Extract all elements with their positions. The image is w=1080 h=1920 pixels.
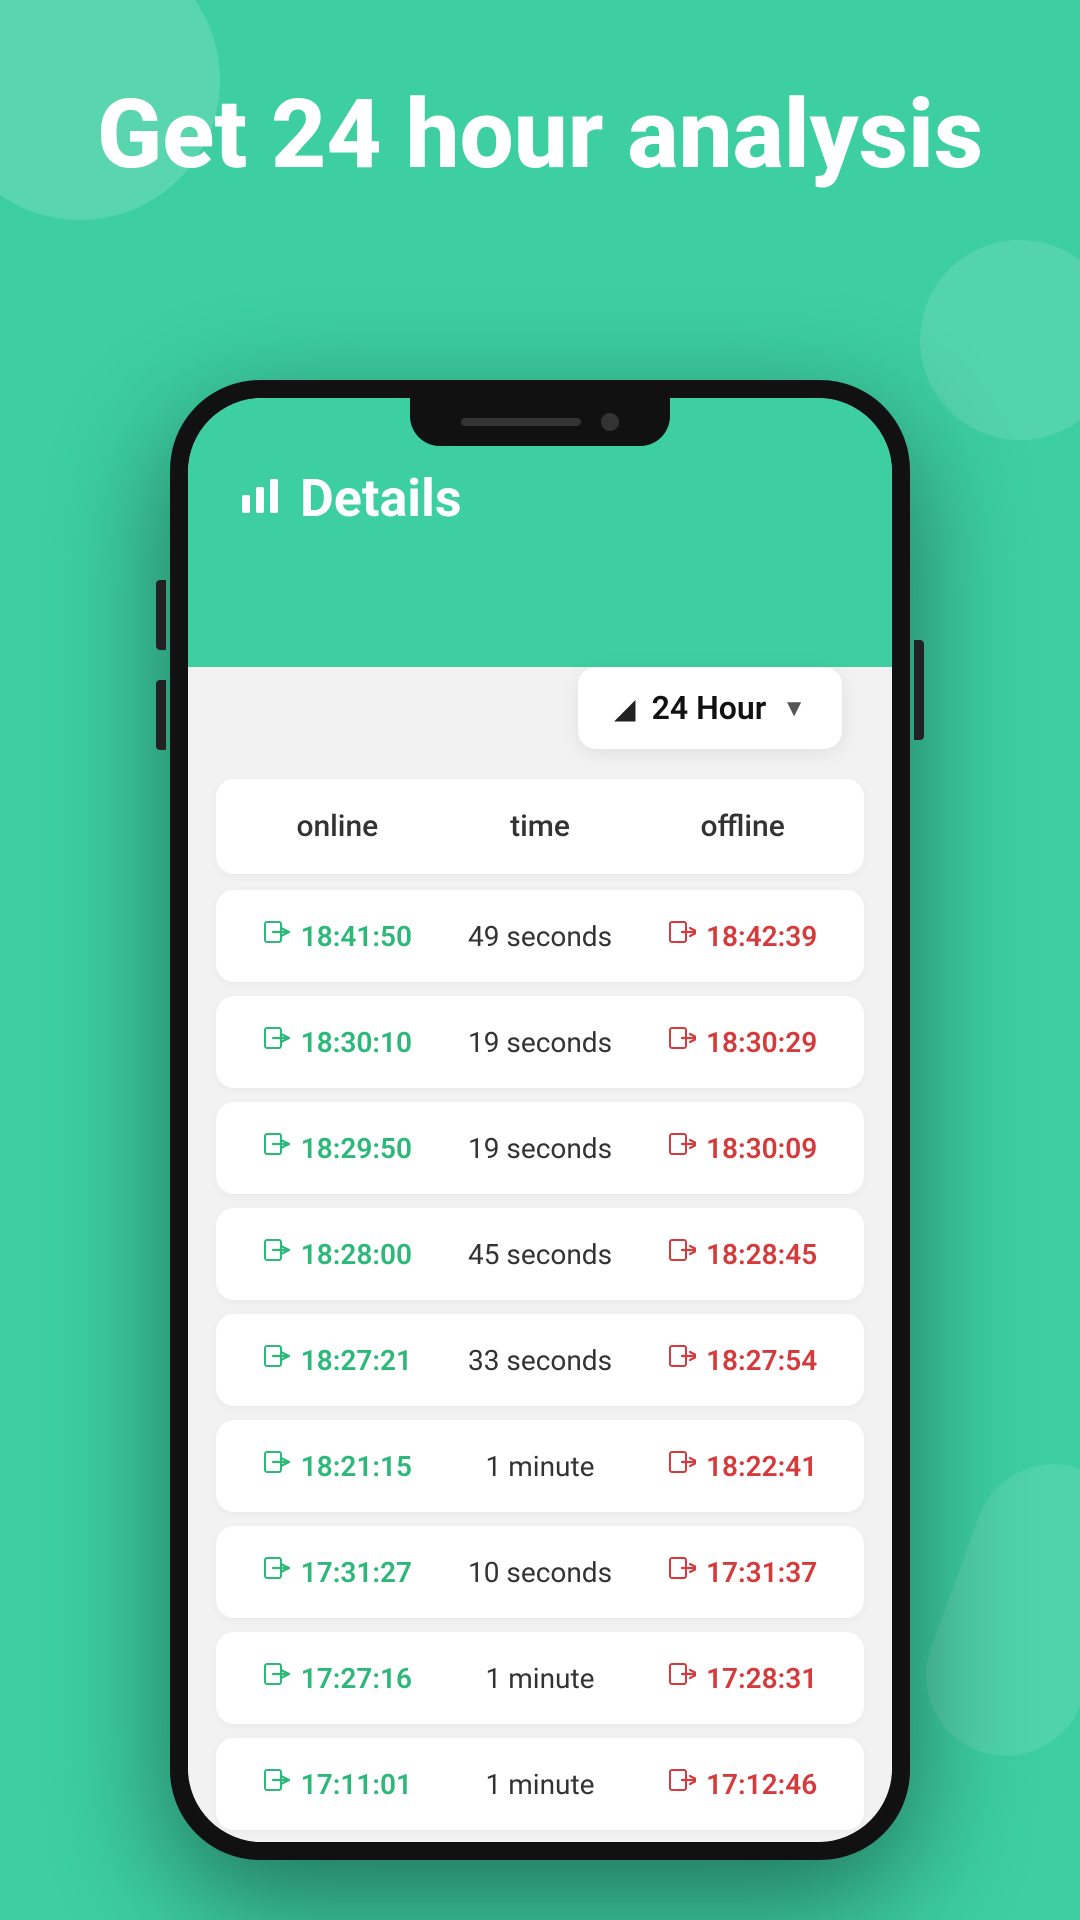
exit-icon-6 — [668, 1554, 696, 1590]
table-row: 17:31:27 10 seconds 17:31:37 — [216, 1526, 864, 1618]
cell-duration-8: 1 minute — [439, 1768, 642, 1801]
cell-offline-2: 18:30:09 — [641, 1130, 844, 1166]
offline-time-1: 18:30:29 — [706, 1026, 817, 1059]
table-row: 18:28:00 45 seconds 18:28:45 — [216, 1208, 864, 1300]
cell-duration-7: 1 minute — [439, 1662, 642, 1695]
cell-online-8: 17:11:01 — [236, 1766, 439, 1802]
cell-online-6: 17:31:27 — [236, 1554, 439, 1590]
cell-offline-0: 18:42:39 — [641, 918, 844, 954]
cell-online-7: 17:27:16 — [236, 1660, 439, 1696]
table-row: 18:21:15 1 minute 18:22:41 — [216, 1420, 864, 1512]
cell-offline-7: 17:28:31 — [641, 1660, 844, 1696]
enter-icon-1 — [263, 1024, 291, 1060]
column-header-time: time — [439, 809, 642, 844]
table-row: 18:27:21 33 seconds 18:27:54 — [216, 1314, 864, 1406]
phone-button-power — [914, 640, 924, 740]
offline-time-2: 18:30:09 — [706, 1132, 817, 1165]
cell-duration-3: 45 seconds — [439, 1238, 642, 1271]
phone-frame: Details ◢ 24 Hour ▼ online — [170, 380, 910, 1860]
online-time-0: 18:41:50 — [301, 920, 412, 953]
online-time-3: 18:28:00 — [301, 1238, 412, 1271]
phone-button-volume-down — [156, 680, 166, 750]
notch-bar — [461, 418, 581, 426]
hero-title: Get 24 hour analysis — [0, 80, 1080, 190]
table-row: 17:11:01 1 minute 17:12:46 — [216, 1738, 864, 1830]
online-time-4: 18:27:21 — [301, 1344, 412, 1377]
offline-time-4: 18:27:54 — [706, 1344, 817, 1377]
table-header-row: online time offline — [216, 779, 864, 874]
exit-icon-5 — [668, 1448, 696, 1484]
enter-icon-6 — [263, 1554, 291, 1590]
cell-online-0: 18:41:50 — [236, 918, 439, 954]
cell-offline-3: 18:28:45 — [641, 1236, 844, 1272]
offline-time-3: 18:28:45 — [706, 1238, 817, 1271]
chevron-down-icon: ▼ — [782, 694, 806, 723]
table-row: 18:29:50 19 seconds 18:30:09 — [216, 1102, 864, 1194]
filter-area: ◢ 24 Hour ▼ — [188, 667, 892, 779]
phone-mockup: Details ◢ 24 Hour ▼ online — [170, 380, 910, 1860]
cell-duration-2: 19 seconds — [439, 1132, 642, 1165]
app-header-title: Details — [300, 468, 462, 529]
notch-camera — [601, 413, 619, 431]
online-time-1: 18:30:10 — [301, 1026, 412, 1059]
cell-online-4: 18:27:21 — [236, 1342, 439, 1378]
online-time-6: 17:31:27 — [301, 1556, 412, 1589]
cell-duration-0: 49 seconds — [439, 920, 642, 953]
cell-offline-4: 18:27:54 — [641, 1342, 844, 1378]
enter-icon-5 — [263, 1448, 291, 1484]
phone-screen: Details ◢ 24 Hour ▼ online — [188, 398, 892, 1842]
cell-online-3: 18:28:00 — [236, 1236, 439, 1272]
cell-duration-5: 1 minute — [439, 1450, 642, 1483]
offline-time-0: 18:42:39 — [706, 920, 817, 953]
cell-offline-8: 17:12:46 — [641, 1766, 844, 1802]
phone-button-volume-up — [156, 580, 166, 650]
cell-duration-6: 10 seconds — [439, 1556, 642, 1589]
cell-online-1: 18:30:10 — [236, 1024, 439, 1060]
column-header-offline: offline — [641, 809, 844, 844]
bg-decoration-circle-br — [904, 1442, 1080, 1779]
online-time-8: 17:11:01 — [301, 1768, 412, 1801]
cell-online-5: 18:21:15 — [236, 1448, 439, 1484]
table-row: 18:30:10 19 seconds 18:30:29 — [216, 996, 864, 1088]
filter-icon: ◢ — [614, 692, 636, 725]
exit-icon-3 — [668, 1236, 696, 1272]
offline-time-6: 17:31:37 — [706, 1556, 817, 1589]
cell-online-2: 18:29:50 — [236, 1130, 439, 1166]
filter-label: 24 Hour — [652, 689, 767, 727]
online-time-2: 18:29:50 — [301, 1132, 412, 1165]
cell-offline-6: 17:31:37 — [641, 1554, 844, 1590]
cell-duration-1: 19 seconds — [439, 1026, 642, 1059]
offline-time-5: 18:22:41 — [706, 1450, 817, 1483]
enter-icon-7 — [263, 1660, 291, 1696]
enter-icon-0 — [263, 918, 291, 954]
exit-icon-1 — [668, 1024, 696, 1060]
cell-offline-1: 18:30:29 — [641, 1024, 844, 1060]
enter-icon-3 — [263, 1236, 291, 1272]
offline-time-7: 17:28:31 — [706, 1662, 817, 1695]
bar-chart-icon — [238, 473, 282, 524]
online-time-5: 18:21:15 — [301, 1450, 412, 1483]
exit-icon-2 — [668, 1130, 696, 1166]
exit-icon-7 — [668, 1660, 696, 1696]
bg-decoration-circle-tr — [920, 240, 1080, 440]
offline-time-8: 17:12:46 — [706, 1768, 817, 1801]
data-table: online time offline 18:41:50 49 seconds — [188, 779, 892, 1842]
cell-offline-5: 18:22:41 — [641, 1448, 844, 1484]
filter-dropdown[interactable]: ◢ 24 Hour ▼ — [578, 667, 842, 749]
cell-duration-4: 33 seconds — [439, 1344, 642, 1377]
table-body: 18:41:50 49 seconds 18:42:39 18 — [216, 890, 864, 1842]
column-header-online: online — [236, 809, 439, 844]
table-row: 18:41:50 49 seconds 18:42:39 — [216, 890, 864, 982]
table-row: 17:27:16 1 minute 17:28:31 — [216, 1632, 864, 1724]
exit-icon-0 — [668, 918, 696, 954]
exit-icon-8 — [668, 1766, 696, 1802]
phone-notch — [410, 398, 670, 446]
enter-icon-8 — [263, 1766, 291, 1802]
enter-icon-2 — [263, 1130, 291, 1166]
enter-icon-4 — [263, 1342, 291, 1378]
exit-icon-4 — [668, 1342, 696, 1378]
online-time-7: 17:27:16 — [301, 1662, 412, 1695]
